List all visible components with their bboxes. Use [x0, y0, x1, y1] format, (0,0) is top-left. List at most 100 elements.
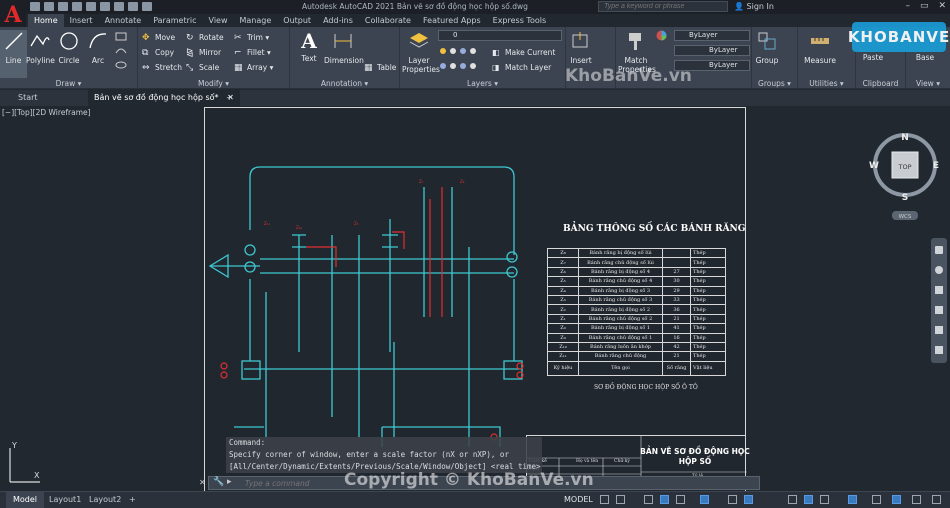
table-cell: 21 — [662, 313, 691, 325]
snap-icon[interactable] — [616, 495, 625, 504]
rotate-tool[interactable]: ↻ Rotate — [186, 30, 224, 44]
autocad-app-menu-button[interactable]: A — [0, 0, 26, 30]
isolate-objects-icon[interactable] — [892, 495, 901, 504]
annotation-scale-icon[interactable] — [788, 495, 797, 504]
help-search-input[interactable] — [598, 1, 728, 12]
match-layer-tool[interactable]: ◨ Match Layer — [492, 60, 551, 74]
gear-parameters-table[interactable]: Z₈ Bánh răng bị động số lùi Thép Z₇ Bánh răn… — [547, 247, 726, 376]
mirror-tool[interactable]: ⧎ Mirror — [186, 45, 221, 59]
tab-view[interactable]: View — [203, 14, 234, 27]
insert-block-icon — [572, 32, 588, 48]
tab-add-ins[interactable]: Add-ins — [317, 14, 359, 27]
stretch-tool[interactable]: ⇔ Stretch — [142, 60, 182, 74]
osnap-icon[interactable] — [700, 495, 709, 504]
new-file-icon[interactable] — [30, 2, 40, 11]
quick-properties-icon[interactable] — [872, 495, 881, 504]
table-cell: Z₂ — [547, 304, 579, 315]
customize-command-icon[interactable]: 🔧 — [213, 477, 224, 487]
redo-icon[interactable] — [128, 2, 138, 11]
lineweight-icon[interactable] — [728, 495, 737, 504]
ortho-icon[interactable] — [644, 495, 653, 504]
circle-tool[interactable]: Circle — [55, 30, 83, 65]
svg-text:Z₁₁: Z₁₁ — [264, 221, 270, 226]
stretch-icon: ⇔ — [142, 62, 150, 73]
paste-tool[interactable]: Paste — [858, 53, 888, 62]
tab-collaborate[interactable]: Collaborate — [359, 14, 417, 27]
move-tool[interactable]: ✥ Move — [142, 30, 175, 44]
group-tool[interactable]: Group — [752, 30, 782, 65]
customization-icon[interactable] — [932, 495, 941, 504]
undo-icon[interactable] — [114, 2, 124, 11]
polyline-tool[interactable]: Polyline — [26, 30, 55, 65]
array-tool[interactable]: ▦ Array ▾ — [234, 60, 273, 74]
table-tool[interactable]: ▦ Table — [364, 60, 396, 74]
tab-parametric[interactable]: Parametric — [147, 14, 202, 27]
insert-block-tool[interactable]: Insert — [566, 30, 596, 65]
tab-annotate[interactable]: Annotate — [99, 14, 148, 27]
viewcube[interactable]: TOP N S E W WCS — [864, 126, 948, 230]
linetype-dropdown[interactable]: ByLayer — [674, 45, 750, 56]
text-tool[interactable]: A Text — [294, 30, 324, 63]
gearbox-kinematic-diagram[interactable]: Z₁₁ Z₁₀ Z₅ Z₇ Z₈ — [204, 107, 534, 447]
selection-cycling-icon[interactable] — [744, 495, 753, 504]
clipboard-panel-label[interactable]: Clipboard — [856, 79, 905, 88]
sign-in-button[interactable]: 👤 Sign In — [734, 2, 774, 11]
file-tab-start[interactable]: Start — [12, 90, 44, 106]
table-cell: 16 — [662, 332, 691, 343]
tab-home[interactable]: Home — [28, 14, 64, 27]
share-icon[interactable] — [142, 2, 152, 11]
new-tab-button[interactable]: + — [220, 90, 239, 106]
layer-properties-tool[interactable]: Layer Properties — [402, 30, 440, 74]
arc-tool[interactable]: Arc — [84, 30, 112, 65]
viewport-controls[interactable]: [−][Top][2D Wireframe] — [2, 108, 91, 117]
copy-tool[interactable]: ⧉ Copy — [142, 45, 174, 59]
close-command-line-icon[interactable]: ✕ — [199, 478, 206, 487]
view-panel-label[interactable]: View ▾ — [906, 79, 950, 88]
color-dropdown[interactable]: ByLayer — [674, 30, 750, 41]
save-icon[interactable] — [58, 2, 68, 11]
groups-panel-label[interactable]: Groups ▾ — [752, 79, 797, 88]
close-button[interactable]: ✕ — [938, 1, 946, 11]
tab-insert[interactable]: Insert — [64, 14, 99, 27]
plot-icon[interactable] — [100, 2, 110, 11]
dimension-tool[interactable]: Dimension — [324, 30, 364, 65]
draw-small-tools-icon[interactable] — [113, 31, 135, 71]
modify-panel-label[interactable]: Modify ▾ — [138, 79, 289, 88]
recent-commands-icon[interactable]: ▸ — [227, 477, 232, 487]
color-wheel-icon[interactable] — [656, 30, 667, 41]
navigation-bar[interactable] — [931, 238, 947, 363]
layer-dropdown[interactable]: 0 — [438, 30, 562, 41]
isodraft-icon[interactable] — [676, 495, 685, 504]
maximize-button[interactable]: ▭ — [920, 1, 929, 11]
tab-express-tools[interactable]: Express Tools — [487, 14, 553, 27]
open-file-icon[interactable] — [44, 2, 54, 11]
graphics-performance-icon[interactable] — [912, 495, 921, 504]
utilities-panel-label[interactable]: Utilities ▾ — [798, 79, 855, 88]
layer-state-icons[interactable] — [438, 45, 490, 75]
fillet-tool[interactable]: ⌐ Fillet ▾ — [234, 45, 271, 59]
annotation-monitor-icon[interactable] — [820, 495, 829, 504]
draw-panel-label[interactable]: Draw ▾ — [0, 79, 137, 88]
polar-icon[interactable] — [660, 495, 669, 504]
minimize-button[interactable]: – — [905, 1, 910, 11]
add-layout-button[interactable]: + — [122, 492, 143, 508]
file-tab-current[interactable]: Bản vẽ sơ đồ động học hộp số* ✕ — [88, 90, 240, 106]
tab-manage[interactable]: Manage — [234, 14, 278, 27]
scale-tool[interactable]: ⤡ Scale — [186, 60, 219, 74]
units-icon[interactable] — [848, 495, 857, 504]
save-as-icon[interactable] — [72, 2, 82, 11]
model-space-toggle[interactable]: MODEL — [564, 495, 593, 504]
cloud-icon[interactable] — [86, 2, 96, 11]
measure-tool[interactable]: Measure — [802, 30, 838, 65]
make-current-tool[interactable]: ◧ Make Current — [492, 45, 555, 59]
layers-panel-label[interactable]: Layers ▾ — [400, 79, 565, 88]
line-tool[interactable]: Line — [0, 30, 27, 78]
workspace-icon[interactable] — [804, 495, 813, 504]
annotation-panel-label[interactable]: Annotation ▾ — [290, 79, 399, 88]
tab-output[interactable]: Output — [277, 14, 317, 27]
tab-model[interactable]: Model — [6, 492, 45, 508]
trim-tool[interactable]: ✂ Trim ▾ — [234, 30, 269, 44]
tab-featured-apps[interactable]: Featured Apps — [417, 14, 487, 27]
base-view-tool[interactable]: Base — [910, 53, 940, 62]
grid-icon[interactable] — [600, 495, 609, 504]
